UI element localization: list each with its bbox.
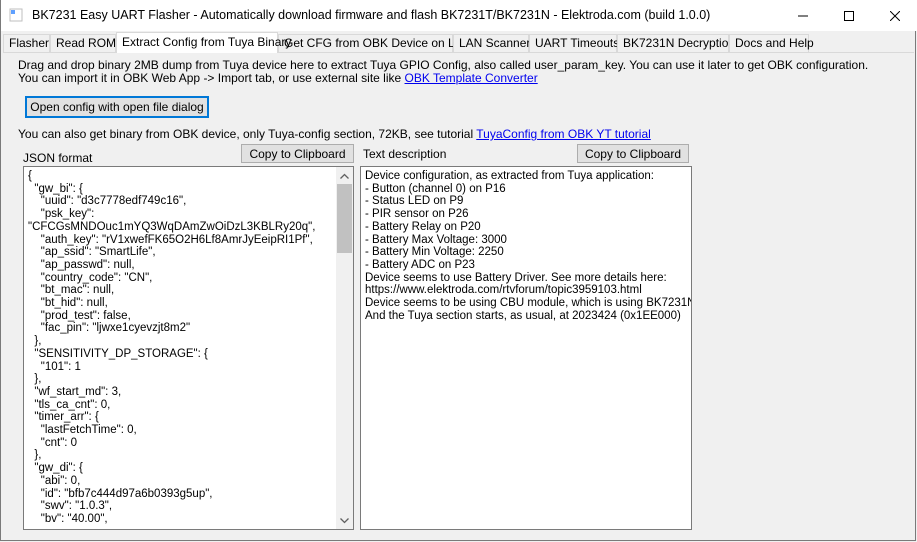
- json-line: "ap_ssid": "SmartLife",: [28, 246, 156, 259]
- tab-docs-help[interactable]: Docs and Help: [729, 34, 814, 52]
- json-line: "cnt": 0: [28, 436, 78, 449]
- text-description-label: Text description: [363, 147, 447, 161]
- json-line: "swv": "1.0.3",: [28, 500, 113, 513]
- description-line: - PIR sensor on P26: [365, 208, 469, 221]
- json-line: },: [28, 373, 42, 386]
- json-line: "gw_di": {: [28, 462, 83, 475]
- maximize-icon: [844, 10, 854, 21]
- json-line: "tls_ca_cnt": 0,: [28, 398, 111, 411]
- main-window: BK7231 Easy UART Flasher - Automatically…: [0, 0, 917, 541]
- description-line: Device seems to use Battery Driver. See …: [365, 271, 667, 284]
- json-line: "country_code": "CN",: [28, 271, 153, 284]
- tab-bk7231n-decryption[interactable]: BK7231N Decryption: [617, 34, 735, 52]
- obk-note: You can also get binary from OBK device,…: [18, 127, 651, 141]
- copy-text-button[interactable]: Copy to Clipboard: [577, 144, 689, 163]
- tab-flasher[interactable]: Flasher: [3, 34, 50, 52]
- minimize-button[interactable]: [780, 0, 826, 31]
- obk-note-text: You can also get binary from OBK device,…: [18, 127, 477, 141]
- json-line: "gw_bi": {: [28, 182, 83, 195]
- tab-read-rom[interactable]: Read ROM: [50, 34, 116, 52]
- obk-template-converter-link[interactable]: OBK Template Converter: [405, 71, 538, 85]
- json-line: "abi": 0,: [28, 474, 81, 487]
- json-line: "id": "bfb7c444d97a6b0393g5up",: [28, 487, 213, 500]
- title-bar: BK7231 Easy UART Flasher - Automatically…: [1, 0, 917, 31]
- json-line: },: [28, 335, 42, 348]
- copy-json-button[interactable]: Copy to Clipboard: [241, 144, 354, 163]
- json-line: "lastFetchTime": 0,: [28, 424, 137, 437]
- json-textbox[interactable]: { "gw_bi": { "uuid": "d3c7778edf749c16",…: [23, 166, 354, 530]
- json-line: "CFCGsMNDOuc1mYQ3WqDAmZwOiDzL3KBLRy20q",: [28, 220, 316, 233]
- json-format-label: JSON format: [23, 151, 93, 165]
- close-button[interactable]: [872, 0, 917, 31]
- close-icon: [890, 10, 900, 21]
- scroll-up-icon[interactable]: [336, 167, 353, 184]
- json-line: "bv": "40.00",: [28, 512, 108, 525]
- intro-line-2-text: You can import it in OBK Web App -> Impo…: [18, 71, 405, 85]
- json-scrollbar[interactable]: [336, 167, 353, 529]
- description-line: - Battery Max Voltage: 3000: [365, 233, 507, 246]
- json-line: {: [28, 170, 32, 182]
- description-line: Device seems to be using CBU module, whi…: [365, 297, 692, 310]
- description-line: - Button (channel 0) on P16: [365, 182, 506, 195]
- json-line: "fac_pin": "ljwxe1cyevzjt8m2": [28, 322, 191, 335]
- tuyaconfig-tutorial-link[interactable]: TuyaConfig from OBK YT tutorial: [476, 127, 651, 141]
- json-line: "ap_passwd": null,: [28, 258, 135, 271]
- text-description-content: Device configuration, as extracted from …: [365, 170, 692, 322]
- description-line: - Status LED on P9: [365, 195, 464, 208]
- json-content: { "gw_bi": { "uuid": "d3c7778edf749c16",…: [28, 170, 315, 526]
- json-line: "psk_key":: [28, 208, 95, 221]
- description-line: https://www.elektroda.com/rtvforum/topic…: [365, 284, 642, 297]
- json-line: "SENSITIVITY_DP_STORAGE": {: [28, 347, 208, 360]
- tab-get-cfg-obk[interactable]: Get CFG from OBK Device on LAN: [278, 34, 471, 52]
- description-line: And the Tuya section starts, as usual, a…: [365, 309, 681, 322]
- intro-line-1: Drag and drop binary 2MB dump from Tuya …: [18, 58, 869, 72]
- maximize-button[interactable]: [826, 0, 872, 31]
- json-line: "bt_mac": null,: [28, 284, 115, 297]
- scroll-down-icon[interactable]: [336, 512, 353, 529]
- json-line: "uuid": "d3c7778edf749c16",: [28, 195, 187, 208]
- description-line: Device configuration, as extracted from …: [365, 170, 654, 182]
- json-line: "101": 1: [28, 360, 81, 373]
- json-line: "wf_start_md": 3,: [28, 385, 122, 398]
- tab-lan-scanner[interactable]: LAN Scanner: [453, 34, 530, 52]
- json-line: "auth_key": "rV1xwefFK65O2H6Lf8AmrJyEeip…: [28, 233, 313, 246]
- json-line: "prod_test": false,: [28, 309, 131, 322]
- description-line: - Battery Relay on P20: [365, 220, 481, 233]
- json-line: "bt_hid": null,: [28, 297, 108, 310]
- minimize-icon: [798, 15, 808, 16]
- description-line: - Battery ADC on P23: [365, 258, 475, 271]
- window-title: BK7231 Easy UART Flasher - Automatically…: [32, 8, 711, 22]
- tab-uart-timeouts[interactable]: UART Timeouts: [529, 34, 619, 52]
- extract-config-panel: Drag and drop binary 2MB dump from Tuya …: [3, 52, 914, 540]
- description-line: - Battery Min Voltage: 2250: [365, 246, 504, 259]
- scroll-thumb[interactable]: [337, 184, 352, 253]
- text-description-textbox[interactable]: Device configuration, as extracted from …: [360, 166, 692, 530]
- json-line: },: [28, 449, 42, 462]
- open-config-button[interactable]: Open config with open file dialog: [25, 96, 209, 118]
- intro-line-2: You can import it in OBK Web App -> Impo…: [18, 71, 538, 85]
- app-icon: [9, 8, 23, 22]
- tab-extract-config[interactable]: Extract Config from Tuya Binary: [116, 32, 291, 53]
- json-line: "timer_arr": {: [28, 411, 99, 424]
